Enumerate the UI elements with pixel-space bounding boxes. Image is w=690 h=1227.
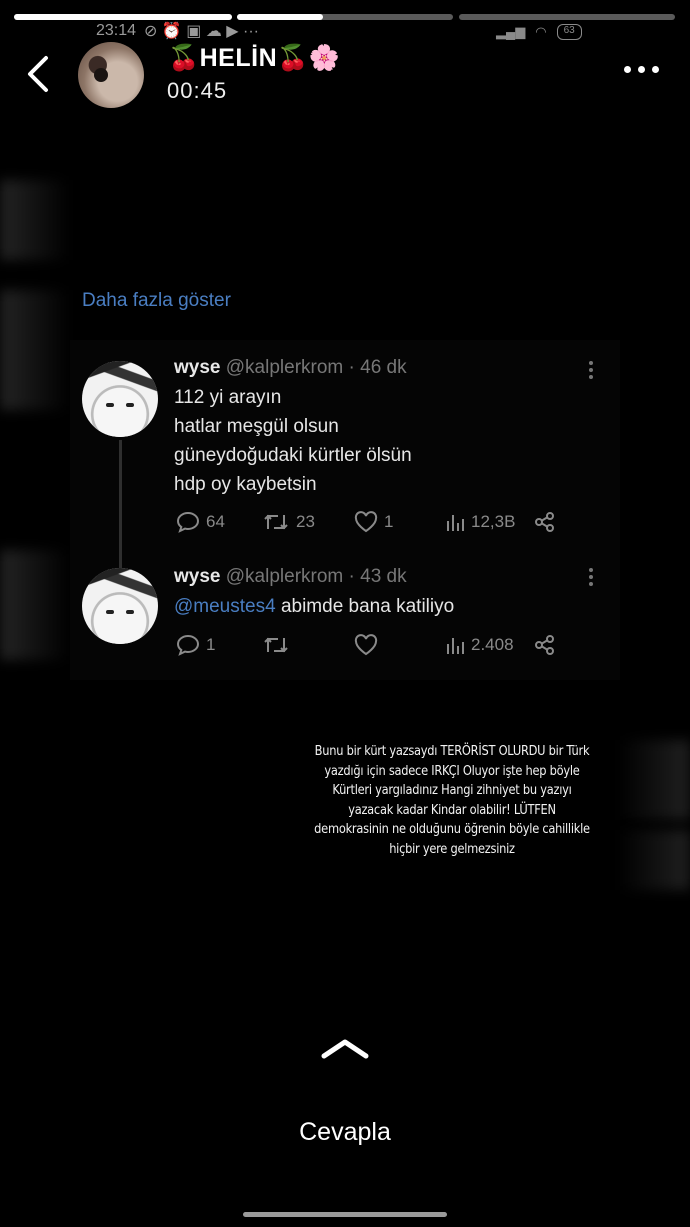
- tweet-avatar: [82, 361, 158, 437]
- heart-icon: [354, 634, 378, 656]
- tweet-line: güneydoğudaki kürtler ölsün: [174, 445, 412, 466]
- story-progress-2: [237, 14, 453, 20]
- story-caption: Bunu bir kürt yazsaydı TERÖRİST OLURDU b…: [314, 744, 590, 857]
- view-count: 12,3B: [471, 512, 516, 531]
- reply-count: 1: [206, 635, 216, 654]
- tweet-text: 112 yi arayın hatlar meşgül olsun güneyd…: [174, 383, 412, 499]
- blur-edge: [0, 290, 70, 410]
- views-action: 2.408: [445, 634, 514, 656]
- reply-icon: [176, 511, 200, 533]
- story-progress-1: [14, 14, 232, 20]
- reply-button[interactable]: Cevapla: [0, 1118, 690, 1147]
- reply-count: 64: [206, 512, 225, 531]
- views-icon: [447, 638, 464, 654]
- like-action: [354, 634, 378, 656]
- signal-icon: ▂▄▆: [496, 24, 526, 39]
- share-icon: [535, 635, 554, 655]
- retweet-action: [262, 634, 290, 656]
- home-indicator[interactable]: [243, 1212, 447, 1217]
- retweet-icon: [264, 514, 288, 530]
- story-progress-3: [459, 14, 675, 20]
- like-action: 1: [354, 511, 393, 533]
- user-name[interactable]: 🍒HELİN🍒🌸: [168, 44, 340, 73]
- status-bar: 23:14 ⊘ ⏰ ▣ ☁ ▶ ···: [96, 21, 336, 41]
- reply-action: 64: [176, 511, 225, 533]
- story-time: 00:45: [167, 78, 228, 103]
- tweet-line: hatlar meşgül olsun: [174, 416, 339, 437]
- blur-edge: [0, 550, 70, 660]
- share-icon: [535, 512, 554, 532]
- like-count: 1: [384, 512, 394, 531]
- tweet-author: wyse: [174, 357, 221, 378]
- tweet-more-icon: [589, 361, 595, 379]
- wifi-icon: ◠: [535, 24, 547, 39]
- tweet-avatar: [82, 568, 158, 644]
- show-more-link[interactable]: Daha fazla göster: [82, 290, 231, 312]
- retweet-count: 23: [296, 512, 315, 531]
- views-action: 12,3B: [445, 511, 515, 533]
- tweet-line: abimde bana katiliyo: [275, 596, 455, 617]
- views-icon: [447, 515, 464, 531]
- retweet-icon: [264, 637, 288, 653]
- tweet-line: 112 yi arayın: [174, 387, 282, 408]
- reply-action: 1: [176, 634, 215, 656]
- status-bar-right: ▂▄▆ ◠ 63: [496, 24, 582, 40]
- battery-icon: 63: [556, 24, 582, 40]
- tweet-author: wyse: [174, 566, 221, 587]
- back-chevron-icon[interactable]: [24, 54, 54, 94]
- view-count: 2.408: [471, 635, 514, 654]
- user-avatar[interactable]: [78, 42, 144, 108]
- more-options-icon[interactable]: [624, 66, 659, 73]
- tweet-time: · 43 dk: [348, 566, 407, 587]
- tweet-handle: @kalplerkrom: [225, 357, 344, 378]
- blur-edge: [0, 180, 70, 260]
- heart-icon: [354, 511, 378, 533]
- reply-icon: [176, 634, 200, 656]
- blur-edge: [618, 830, 690, 890]
- tweet-text: @meustes4 abimde bana katiliyo: [174, 592, 454, 621]
- tweet-more-icon: [589, 568, 595, 586]
- tweet-header: wyse @kalplerkrom · 46 dk: [174, 357, 407, 379]
- tweet-handle: @kalplerkrom: [225, 566, 344, 587]
- status-time: 23:14: [96, 22, 137, 39]
- status-icons: ⊘ ⏰ ▣ ☁ ▶ ···: [144, 23, 260, 40]
- blur-edge: [618, 740, 690, 820]
- retweet-action: 23: [262, 511, 315, 533]
- tweet-time: · 46 dk: [348, 357, 407, 378]
- tweet-mention: @meustes4: [174, 596, 276, 617]
- tweet-header: wyse @kalplerkrom · 43 dk: [174, 566, 407, 588]
- thread-line: [119, 440, 122, 568]
- chevron-up-icon[interactable]: [320, 1036, 370, 1062]
- tweet-line: hdp oy kaybetsin: [174, 474, 317, 495]
